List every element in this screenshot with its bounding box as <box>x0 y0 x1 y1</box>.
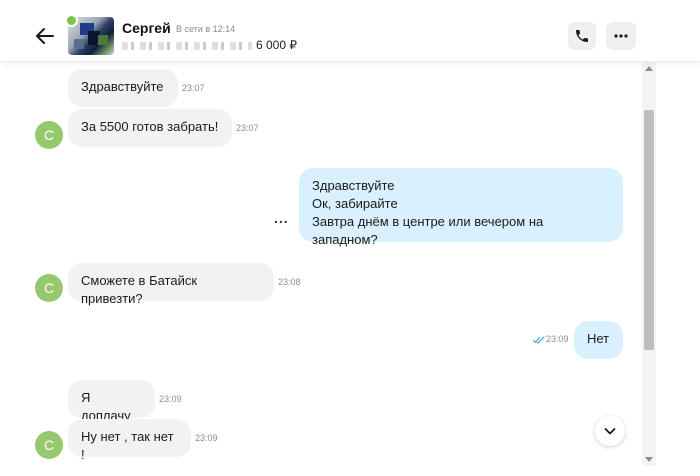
incoming-message[interactable]: Здравствуйте <box>68 69 178 107</box>
message-time: 23:07 <box>182 83 205 93</box>
message-text: Здравствуйте <box>81 79 164 94</box>
incoming-message[interactable]: За 5500 готов забрать! <box>68 109 232 147</box>
more-horizontal-icon <box>614 34 628 38</box>
more-button[interactable] <box>606 22 636 50</box>
scroll-to-bottom-button[interactable] <box>595 416 625 446</box>
online-status: В сети в 12:14 <box>176 24 236 34</box>
listing-price: 6 000 ₽ <box>256 38 297 52</box>
sender-avatar[interactable]: C <box>35 121 63 149</box>
outgoing-message[interactable]: Нет <box>574 321 623 359</box>
message-line: Здравствуйте <box>312 178 395 193</box>
scroll-down-arrow[interactable] <box>645 457 653 462</box>
message-text: Нет <box>587 331 610 346</box>
message-line: Завтра днём в центре или вечером на запа… <box>312 214 544 247</box>
message-time: 23:09 <box>159 394 182 404</box>
phone-icon <box>576 30 588 42</box>
outgoing-message[interactable]: Здравствуйте Ок, забирайте Завтра днём в… <box>299 168 623 247</box>
listing-title-redacted <box>122 41 252 50</box>
sender-avatar[interactable]: C <box>35 274 63 302</box>
scrollbar-thumb[interactable] <box>644 110 654 350</box>
scroll-up-arrow[interactable] <box>645 66 653 71</box>
incoming-message[interactable]: Сможете в Батайск привезти? <box>68 263 274 306</box>
sender-avatar[interactable]: C <box>35 431 63 459</box>
message-line: Ок, забирайте <box>312 196 398 211</box>
incoming-message[interactable]: Ну нет , так нет ! <box>68 419 191 462</box>
message-options-button[interactable]: ... <box>274 210 289 226</box>
incoming-message[interactable]: Я доплачу <box>68 380 155 423</box>
message-time: 23:08 <box>278 277 301 287</box>
chat-header: Сергей В сети в 12:14 6 000 ₽ <box>0 0 700 62</box>
listing-info[interactable]: 6 000 ₽ <box>122 38 297 52</box>
contact-name[interactable]: Сергей <box>122 20 171 36</box>
message-text: За 5500 готов забрать! <box>81 119 219 134</box>
arrow-left-icon <box>36 28 54 44</box>
online-badge <box>65 14 78 27</box>
chevron-down-icon <box>604 428 616 435</box>
back-button[interactable] <box>33 24 57 48</box>
message-time: 23:07 <box>236 123 259 133</box>
call-button[interactable] <box>568 22 596 50</box>
message-text: Сможете в Батайск привезти? <box>81 273 198 306</box>
message-time: 23:09 <box>195 433 218 443</box>
listing-avatar[interactable] <box>65 14 114 55</box>
message-time: 23:09 <box>546 334 569 344</box>
message-text: Ну нет , так нет ! <box>81 429 174 462</box>
message-list[interactable]: Здравствуйте 23:07 C За 5500 готов забра… <box>0 62 642 476</box>
double-check-icon <box>533 336 545 344</box>
